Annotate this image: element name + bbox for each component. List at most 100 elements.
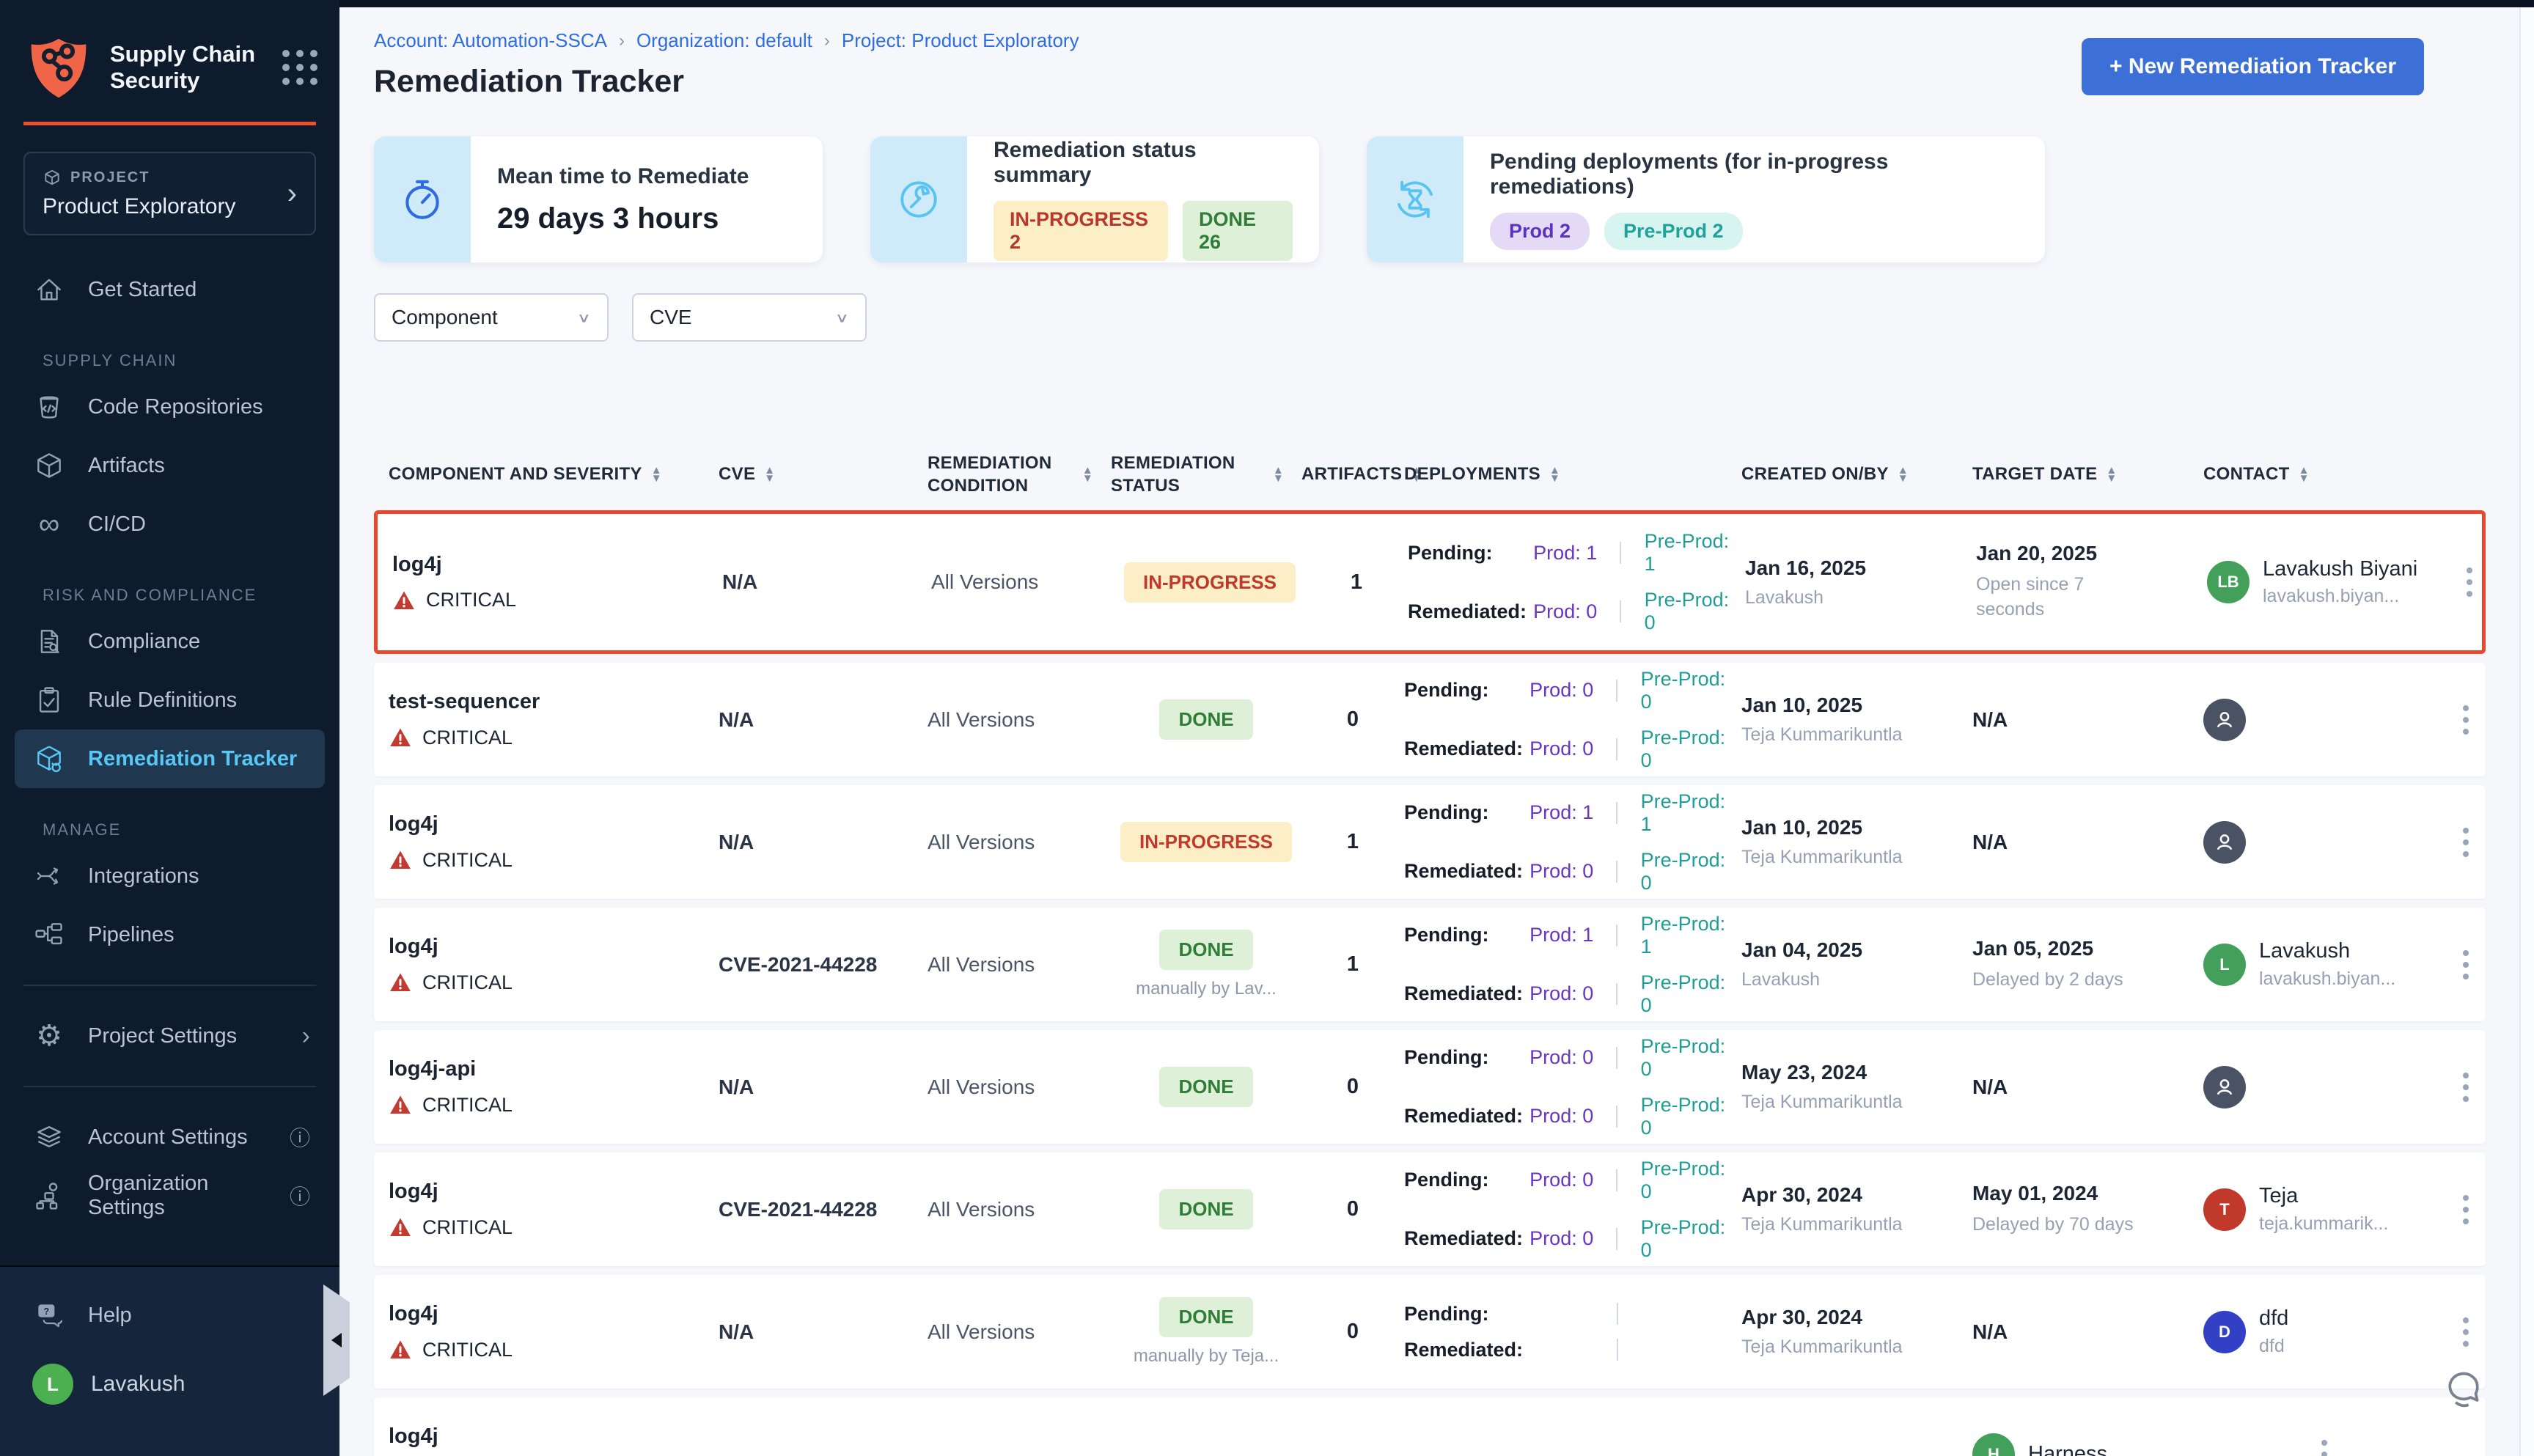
contact-cell: T Teja teja.kummarik... xyxy=(2203,1184,2445,1234)
row-menu-button[interactable] xyxy=(2445,1310,2486,1354)
sidebar-item-pipelines[interactable]: Pipelines xyxy=(0,905,339,964)
column-header-cve[interactable]: CVE xyxy=(719,463,928,485)
table-row[interactable]: log4j CRITICAL N/A All Versions IN-PROGR… xyxy=(374,785,2486,899)
row-menu-button[interactable] xyxy=(2445,1188,2486,1232)
table-row[interactable]: log4j-api CRITICAL N/A All Versions DONE… xyxy=(374,1030,2486,1144)
vertical-scrollbar[interactable] xyxy=(2519,7,2534,1456)
contact-avatar: T xyxy=(2203,1188,2246,1231)
pending-label: Pending: xyxy=(1408,542,1533,565)
main-content: Account: Automation-SSCA › Organization:… xyxy=(339,7,2534,1456)
column-header-condition[interactable]: REMEDIATION CONDITION xyxy=(928,452,1111,497)
target-date-cell: N/A xyxy=(1972,708,2203,732)
user-menu[interactable]: L Lavakush xyxy=(0,1345,339,1405)
filter-label: CVE xyxy=(650,306,692,329)
table-row[interactable]: test-sequencer CRITICAL N/A All Versions… xyxy=(374,663,2486,776)
sidebar-item-cicd[interactable]: ∞ CI/CD xyxy=(0,495,339,554)
sidebar: Supply Chain Security PROJECT Product Ex… xyxy=(0,0,339,1456)
severity-label: CRITICAL xyxy=(422,849,513,872)
row-menu-button[interactable] xyxy=(2203,1433,2445,1456)
cve-value: CVE-2021-44228 xyxy=(719,953,928,977)
remediated-prod: Prod: 0 xyxy=(1529,860,1615,883)
column-header-contact[interactable]: CONTACT xyxy=(2203,463,2445,485)
cve-filter-dropdown[interactable]: CVE ∨ xyxy=(632,293,867,342)
created-by: Lavakush xyxy=(1745,587,1976,608)
sidebar-item-code-repositories[interactable]: Code Repositories xyxy=(0,378,339,436)
sidebar-item-label: Artifacts xyxy=(88,454,165,478)
breadcrumb-account[interactable]: Account: Automation-SSCA xyxy=(374,29,607,52)
infinity-icon: ∞ xyxy=(32,507,66,541)
status-badge: IN-PROGRESS xyxy=(1120,822,1292,862)
new-remediation-tracker-button[interactable]: + New Remediation Tracker xyxy=(2082,38,2424,95)
sidebar-item-compliance[interactable]: Compliance xyxy=(0,612,339,671)
person-icon xyxy=(2211,707,2238,733)
column-header-status[interactable]: REMEDIATION STATUS xyxy=(1111,452,1301,497)
pending-prod: Prod: 0 xyxy=(1529,679,1615,702)
sidebar-item-project-settings[interactable]: ⚙ Project Settings › xyxy=(0,1007,339,1065)
sidebar-item-help[interactable]: ? Help xyxy=(0,1286,339,1345)
row-menu-button[interactable] xyxy=(2445,698,2486,742)
remediated-preprod: Pre-Prod: 0 xyxy=(1641,971,1741,1017)
contact-cell xyxy=(2203,1066,2445,1108)
column-header-artifacts[interactable]: ARTIFACTS xyxy=(1301,463,1404,485)
column-header-component[interactable]: COMPONENT AND SEVERITY xyxy=(389,463,719,485)
project-selector[interactable]: PROJECT Product Exploratory › xyxy=(23,152,316,235)
sidebar-item-rule-definitions[interactable]: Rule Definitions xyxy=(0,671,339,729)
row-menu-button[interactable] xyxy=(2445,1065,2486,1109)
breadcrumb-organization[interactable]: Organization: default xyxy=(636,29,812,52)
sidebar-item-account-settings[interactable]: Account Settings ⓘ xyxy=(0,1108,339,1166)
sidebar-collapse-handle[interactable] xyxy=(323,1284,350,1396)
created-by: Teja Kummarikuntla xyxy=(1741,1214,1972,1235)
row-menu-button[interactable] xyxy=(2445,820,2486,864)
sidebar-item-label: Help xyxy=(88,1304,132,1328)
deployments-cell: Pending: Remediated: xyxy=(1404,1303,1741,1361)
value-separator xyxy=(1616,1169,1617,1191)
breadcrumb-separator: › xyxy=(824,31,830,51)
row-menu-button[interactable] xyxy=(2449,560,2489,604)
card-title: Remediation status summary xyxy=(994,138,1293,188)
sidebar-item-organization-settings[interactable]: Organization Settings ⓘ xyxy=(0,1166,339,1225)
deployments-cell: Pending: Prod: 1 Pre-Prod: 1 Remediated:… xyxy=(1404,913,1741,1017)
sidebar-item-artifacts[interactable]: Artifacts xyxy=(0,436,339,495)
remediated-prod: Prod: 0 xyxy=(1533,600,1619,623)
card-title: Mean time to Remediate xyxy=(497,164,749,189)
contact-name: Lavakush Biyani xyxy=(2263,557,2417,581)
table-row[interactable]: log4j CRITICAL CVE-2021-44228 All Versio… xyxy=(374,908,2486,1021)
info-icon[interactable]: ⓘ xyxy=(290,1181,310,1210)
pending-preprod: Pre-Prod: 1 xyxy=(1641,790,1741,836)
table-row[interactable]: log4j CRITICAL CVE-2021-44228 All Versio… xyxy=(374,1152,2486,1266)
artifacts-count: 1 xyxy=(1301,952,1404,977)
sidebar-item-get-started[interactable]: Get Started xyxy=(0,260,339,319)
sidebar-item-remediation-tracker[interactable]: Remediation Tracker xyxy=(15,729,325,788)
breadcrumb-project[interactable]: Project: Product Exploratory xyxy=(842,29,1079,52)
filter-bar: Component ∨ CVE ∨ xyxy=(374,293,2534,342)
remediation-condition: All Versions xyxy=(928,708,1111,732)
chevron-down-icon: ∨ xyxy=(835,309,849,326)
table-row[interactable]: log4j CRITICAL Pending: Remediated: xyxy=(374,1397,2486,1456)
sort-icon xyxy=(1273,466,1284,483)
table-row[interactable]: log4j CRITICAL N/A All Versions IN-PROGR… xyxy=(374,510,2486,654)
pending-prod: Prod: 1 xyxy=(1529,801,1615,824)
target-date: N/A xyxy=(1972,708,2203,732)
table-row[interactable]: log4j CRITICAL N/A All Versions DONE man… xyxy=(374,1275,2486,1389)
component-name: log4j-api xyxy=(389,1057,719,1081)
sidebar-item-integrations[interactable]: Integrations xyxy=(0,847,339,905)
created-on-by-cell: Apr 30, 2024 Teja Kummarikuntla xyxy=(1741,1306,1972,1358)
remediated-preprod: Pre-Prod: 0 xyxy=(1641,1216,1741,1262)
component-filter-dropdown[interactable]: Component ∨ xyxy=(374,293,609,342)
created-date: Jan 10, 2025 xyxy=(1741,816,1972,839)
critical-severity-icon xyxy=(389,1216,412,1239)
column-header-target-date[interactable]: TARGET DATE xyxy=(1972,463,2203,485)
app-switcher-grid-icon[interactable] xyxy=(282,50,317,85)
remediated-label: Remediated: xyxy=(1404,1105,1529,1128)
pipelines-icon xyxy=(32,918,66,952)
row-menu-button[interactable] xyxy=(2445,943,2486,987)
remediation-status: DONE xyxy=(1111,1189,1301,1229)
target-date: N/A xyxy=(1972,1320,2203,1344)
remediated-prod: Prod: 0 xyxy=(1529,738,1615,760)
org-hierarchy-icon xyxy=(32,1179,66,1213)
column-header-deployments[interactable]: DEPLOYMENTS xyxy=(1404,463,1741,485)
remediation-condition: All Versions xyxy=(928,1076,1111,1099)
chat-support-icon[interactable] xyxy=(2440,1365,2487,1412)
info-icon[interactable]: ⓘ xyxy=(290,1122,310,1152)
column-header-created[interactable]: CREATED ON/BY xyxy=(1741,463,1972,485)
